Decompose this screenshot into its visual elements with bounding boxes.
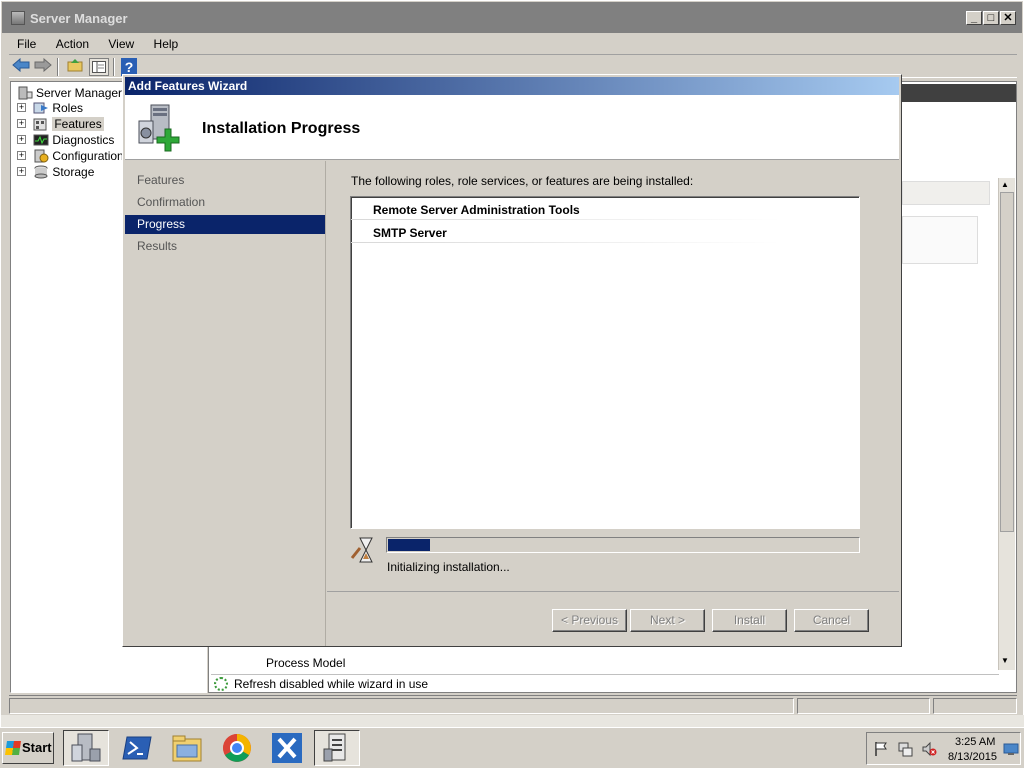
add-features-wizard-dialog: Add Features Wizard Installation Progres… [122, 74, 902, 647]
wizard-page-title: Installation Progress [202, 120, 361, 137]
wizard-step-confirmation[interactable]: Confirmation [125, 193, 325, 212]
tree-item-features[interactable]: + Features [17, 115, 104, 131]
menu-action[interactable]: Action [48, 35, 97, 53]
status-cell-2 [797, 698, 930, 714]
tree-item-diagnostics[interactable]: + Diagnostics [17, 131, 114, 147]
details-scrollbar[interactable]: ▲ ▼ [998, 178, 1015, 670]
maximize-button[interactable]: □ [983, 11, 999, 25]
expand-configuration-button[interactable]: + [17, 151, 26, 161]
show-hide-tree-icon[interactable] [89, 58, 109, 76]
list-separator [351, 242, 781, 243]
install-button[interactable]: Install [712, 609, 787, 632]
up-folder-icon[interactable] [65, 58, 85, 76]
menu-file[interactable]: File [9, 35, 44, 53]
background-window-strip [1, 715, 1024, 727]
server-add-icon [135, 103, 183, 153]
progress-status-text: Initializing installation... [387, 560, 510, 574]
tree-label-roles: Roles [52, 100, 84, 115]
refresh-icon [214, 677, 228, 691]
scroll-up-arrow-icon[interactable]: ▲ [1001, 180, 1009, 189]
installing-hourglass-icon [350, 534, 380, 566]
chrome-icon[interactable] [214, 730, 260, 766]
status-cell-main [9, 698, 794, 714]
expand-roles-button[interactable]: + [17, 103, 26, 113]
tree-item-roles[interactable]: + Roles [17, 99, 83, 115]
scrollbar-thumb[interactable] [1000, 192, 1014, 532]
clock-date[interactable]: 8/13/2015 [948, 751, 997, 763]
wizard-content: The following roles, role services, or f… [327, 161, 899, 591]
roles-icon [33, 101, 49, 115]
server-manager-icon[interactable] [63, 730, 109, 766]
explorer-icon[interactable] [164, 730, 210, 766]
menu-bar: File Action View Help [9, 33, 186, 53]
install-items-list: Remote Server Administration Tools SMTP … [350, 196, 860, 529]
action-center-flag-icon[interactable] [873, 741, 889, 757]
wizard-step-features[interactable]: Features [125, 171, 325, 190]
install-item: Remote Server Administration Tools [373, 203, 580, 217]
tree-item-storage[interactable]: + Storage [17, 163, 94, 179]
process-model-label: Process Model [266, 656, 346, 670]
tools-icon[interactable] [264, 730, 310, 766]
features-icon [33, 117, 49, 131]
powershell-icon[interactable] [114, 730, 160, 766]
system-tray: 3:25 AM 8/13/2015 [866, 732, 1021, 765]
taskbar: Start 3:25 AM 8/13/2015 [0, 727, 1024, 768]
previous-button[interactable]: < Previous [552, 609, 627, 632]
details-section-box [902, 216, 978, 264]
wizard-header: Installation Progress [125, 95, 899, 160]
server-icon [17, 86, 33, 100]
clock-time[interactable]: 3:25 AM [955, 736, 995, 748]
menu-view[interactable]: View [100, 35, 142, 53]
windows-flag-icon [5, 741, 21, 755]
minimize-button[interactable]: _ [966, 11, 982, 25]
install-item: SMTP Server [373, 226, 447, 240]
wizard-step-progress[interactable]: Progress [125, 215, 325, 234]
configuration-icon [33, 149, 49, 163]
menu-help[interactable]: Help [146, 35, 187, 53]
storage-icon [33, 165, 49, 179]
close-button[interactable]: ✕ [1000, 11, 1016, 25]
progress-fill [388, 539, 430, 551]
start-label: Start [22, 740, 52, 755]
network-icon[interactable] [897, 741, 913, 757]
wizard-steps-nav: Features Confirmation Progress Results [125, 161, 326, 646]
window-title: Server Manager [30, 11, 128, 26]
install-intro-text: The following roles, role services, or f… [351, 174, 694, 188]
speaker-muted-icon[interactable] [921, 741, 937, 757]
tree-label-storage: Storage [52, 164, 95, 179]
scroll-down-arrow-icon[interactable]: ▼ [1001, 656, 1009, 665]
tree-root[interactable]: Server Manager (T [17, 85, 137, 100]
details-section-header [902, 181, 990, 205]
status-cell-3 [933, 698, 1017, 714]
title-bar[interactable]: Server Manager _ □ ✕ [2, 2, 1022, 33]
expand-features-button[interactable]: + [17, 119, 26, 129]
start-button[interactable]: Start [2, 732, 54, 764]
expand-diagnostics-button[interactable]: + [17, 135, 26, 145]
wizard-footer: < Previous Next > Install Cancel [327, 591, 899, 646]
wizard-step-results[interactable]: Results [125, 237, 325, 256]
next-button[interactable]: Next > [630, 609, 705, 632]
expand-storage-button[interactable]: + [17, 167, 26, 177]
diagnostics-icon [33, 133, 49, 147]
refresh-status-text: Refresh disabled while wizard in use [234, 677, 429, 691]
cancel-button[interactable]: Cancel [794, 609, 869, 632]
back-arrow-icon[interactable] [11, 57, 31, 76]
wizard-title-bar[interactable]: Add Features Wizard [125, 77, 899, 95]
tree-item-configuration[interactable]: + Configuration [17, 147, 124, 163]
forward-arrow-icon[interactable] [33, 57, 53, 76]
show-desktop-icon[interactable] [1003, 741, 1019, 757]
install-progress-bar [386, 537, 860, 553]
wizard-icon[interactable] [314, 730, 360, 766]
server-manager-app-icon [11, 11, 25, 25]
details-header-bar [902, 84, 1016, 102]
list-separator [351, 219, 781, 220]
refresh-status-row: Refresh disabled while wizard in use [211, 674, 999, 692]
status-bar [9, 695, 1017, 715]
tree-label-diagnostics: Diagnostics [52, 132, 115, 147]
tree-label-configuration: Configuration [52, 148, 124, 163]
tree-label-features: Features [52, 116, 104, 131]
